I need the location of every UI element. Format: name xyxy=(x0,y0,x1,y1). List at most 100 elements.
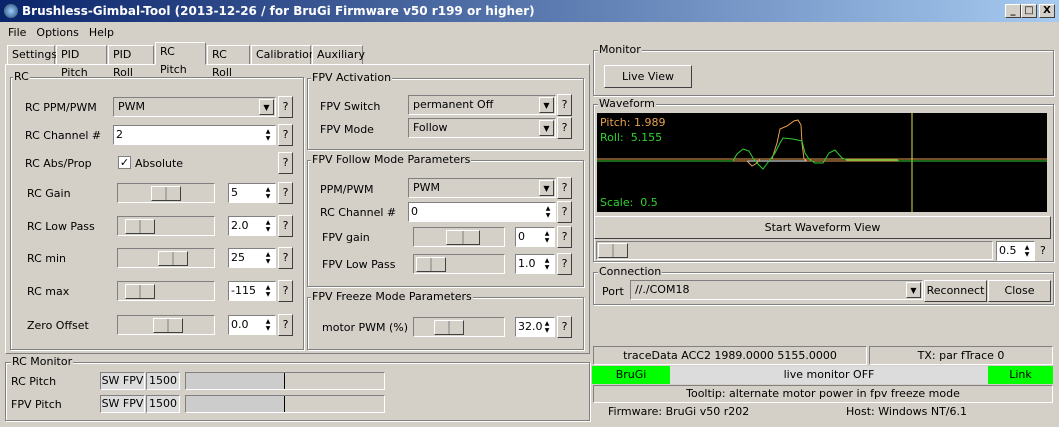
minimize-button[interactable]: _ xyxy=(1005,4,1021,18)
help-button[interactable]: ? xyxy=(557,316,572,338)
spin-arrows-icon[interactable]: ▲ ▼ xyxy=(542,320,552,334)
spin-arrows-icon[interactable]: ▲ ▼ xyxy=(263,186,273,200)
reconnect-button[interactable]: Reconnect xyxy=(924,280,987,302)
fpv-gain-label: FPV gain xyxy=(322,231,370,244)
menu-options[interactable]: Options xyxy=(36,26,78,39)
rc-slider[interactable] xyxy=(117,183,215,203)
close-window-button[interactable]: X xyxy=(1039,4,1055,18)
rc-level-fill xyxy=(186,373,285,389)
absolute-checkbox[interactable]: ✓ xyxy=(118,156,131,169)
tab-rc-pitch[interactable]: RC Pitch xyxy=(155,42,206,76)
host-label: Host: Windows NT/6.1 xyxy=(846,405,967,418)
rc-spinbox[interactable]: 5 ▲ ▼ xyxy=(228,183,276,203)
spin-arrows-icon[interactable]: ▲ ▼ xyxy=(542,257,552,271)
link-indicator: Link xyxy=(988,366,1053,384)
rc-spinbox[interactable]: -115 ▲ ▼ xyxy=(228,281,276,301)
rc-slider-label: RC Low Pass xyxy=(27,220,95,233)
help-button[interactable]: ? xyxy=(557,177,572,199)
spin-arrows-icon[interactable]: ▲ ▼ xyxy=(1022,244,1032,258)
chevron-down-icon: ▼ xyxy=(539,120,554,136)
help-button[interactable]: ? xyxy=(278,247,293,269)
help-button[interactable]: ? xyxy=(278,152,293,174)
maximize-button[interactable]: □ xyxy=(1021,4,1037,18)
slider-handle[interactable] xyxy=(434,320,464,335)
help-button[interactable]: ? xyxy=(557,94,572,116)
help-button[interactable]: ? xyxy=(278,96,293,118)
start-waveform-button[interactable]: Start Waveform View xyxy=(594,216,1051,239)
rc-level-bar xyxy=(185,372,385,390)
menu-help[interactable]: Help xyxy=(89,26,114,39)
rc-slider[interactable] xyxy=(117,315,215,335)
rc-monitor-label: FPV Pitch xyxy=(11,398,62,411)
motor-pwm-slider[interactable] xyxy=(413,317,505,337)
spin-arrows-icon[interactable]: ▲ ▼ xyxy=(542,230,552,244)
rc-spinbox[interactable]: 0.0 ▲ ▼ xyxy=(228,315,276,335)
rc-channel-label: RC Channel # xyxy=(25,129,102,142)
pitch-readout: Pitch: 1.989 xyxy=(600,116,666,129)
slider-handle[interactable] xyxy=(151,186,181,201)
spin-arrows-icon[interactable]: ▲ ▼ xyxy=(263,318,273,332)
live-monitor-status: live monitor OFF xyxy=(670,366,988,384)
spin-arrows-icon[interactable]: ▲ ▼ xyxy=(263,128,273,142)
motor-pwm-spinbox[interactable]: 32.0 ▲ ▼ xyxy=(515,317,555,337)
close-button[interactable]: Close xyxy=(988,280,1051,302)
fpv-gain-spinbox[interactable]: 0 ▲ ▼ xyxy=(515,227,555,247)
slider-handle[interactable] xyxy=(446,230,480,245)
tab-auxiliary[interactable]: Auxiliary xyxy=(312,45,365,65)
fpv-channel-spinbox[interactable]: 0 ▲ ▼ xyxy=(408,202,556,222)
spin-arrows-icon[interactable]: ▲ ▼ xyxy=(263,251,273,265)
scale-spinbox[interactable]: 0.5 ▲ ▼ xyxy=(996,241,1035,261)
fpv-ppm-combo[interactable]: PWM ▼ xyxy=(408,178,556,198)
menu-file[interactable]: File xyxy=(8,26,26,39)
fpv-lowpass-slider[interactable] xyxy=(413,254,505,274)
slider-handle[interactable] xyxy=(125,284,155,299)
slider-handle[interactable] xyxy=(125,219,155,234)
fpv-mode-label: FPV Mode xyxy=(320,123,374,136)
spin-arrows-icon[interactable]: ▲ ▼ xyxy=(263,219,273,233)
scale-slider[interactable] xyxy=(596,241,993,260)
tab-rc-roll[interactable]: RC Roll xyxy=(207,45,250,79)
live-view-button[interactable]: Live View xyxy=(604,65,692,88)
rc-slider[interactable] xyxy=(117,216,215,236)
slider-handle[interactable] xyxy=(598,243,628,258)
help-button[interactable]: ? xyxy=(557,117,572,139)
fpv-gain-slider[interactable] xyxy=(413,227,505,247)
connection-title: Connection xyxy=(598,265,663,278)
help-button[interactable]: ? xyxy=(278,215,293,237)
fpv-mode-combo[interactable]: Follow ▼ xyxy=(408,118,556,138)
firmware-label: Firmware: BruGi v50 r202 xyxy=(608,405,750,418)
rc-channel-spinbox[interactable]: 2 ▲ ▼ xyxy=(113,125,276,145)
slider-handle[interactable] xyxy=(158,251,188,266)
slider-handle[interactable] xyxy=(416,257,446,272)
rc-slider[interactable] xyxy=(117,281,215,301)
rc-spinbox[interactable]: 2.0 ▲ ▼ xyxy=(228,216,276,236)
tab-pid-roll[interactable]: PID Roll xyxy=(108,45,154,79)
rc-ppm-combo[interactable]: PWM ▼ xyxy=(113,97,276,117)
tab-pid-pitch[interactable]: PID Pitch xyxy=(56,45,107,79)
fpv-switch-combo[interactable]: permanent Off ▼ xyxy=(408,95,556,115)
rc-level-bar xyxy=(185,395,385,413)
fpv-lowpass-spinbox[interactable]: 1.0 ▲ ▼ xyxy=(515,254,555,274)
tab-calibration[interactable]: Calibration xyxy=(251,45,316,65)
help-button[interactable]: ? xyxy=(557,226,572,248)
slider-handle[interactable] xyxy=(153,318,183,333)
help-button[interactable]: ? xyxy=(278,280,293,302)
rc-ppm-label: RC PPM/PWM xyxy=(25,101,97,114)
rc-slider[interactable] xyxy=(117,248,215,268)
help-button[interactable]: ? xyxy=(557,201,572,223)
rc-spinbox[interactable]: 25 ▲ ▼ xyxy=(228,248,276,268)
rc-monitor-label: RC Pitch xyxy=(11,375,57,388)
help-button[interactable]: ? xyxy=(278,182,293,204)
fpv-activation-title: FPV Activation xyxy=(311,71,393,84)
help-button[interactable]: ? xyxy=(557,253,572,275)
fpv-switch-label: FPV Switch xyxy=(320,100,381,113)
help-button[interactable]: ? xyxy=(278,124,293,146)
spin-arrows-icon[interactable]: ▲ ▼ xyxy=(263,284,273,298)
help-button[interactable]: ? xyxy=(278,314,293,336)
rc-slider-label: RC max xyxy=(27,285,70,298)
help-button[interactable]: ? xyxy=(1040,244,1046,257)
rc-monitor-title: RC Monitor xyxy=(11,355,74,368)
port-combo[interactable]: //./COM18 ▼ xyxy=(630,280,923,300)
spin-arrows-icon[interactable]: ▲ ▼ xyxy=(543,205,553,219)
tab-settings[interactable]: Settings xyxy=(7,45,57,65)
